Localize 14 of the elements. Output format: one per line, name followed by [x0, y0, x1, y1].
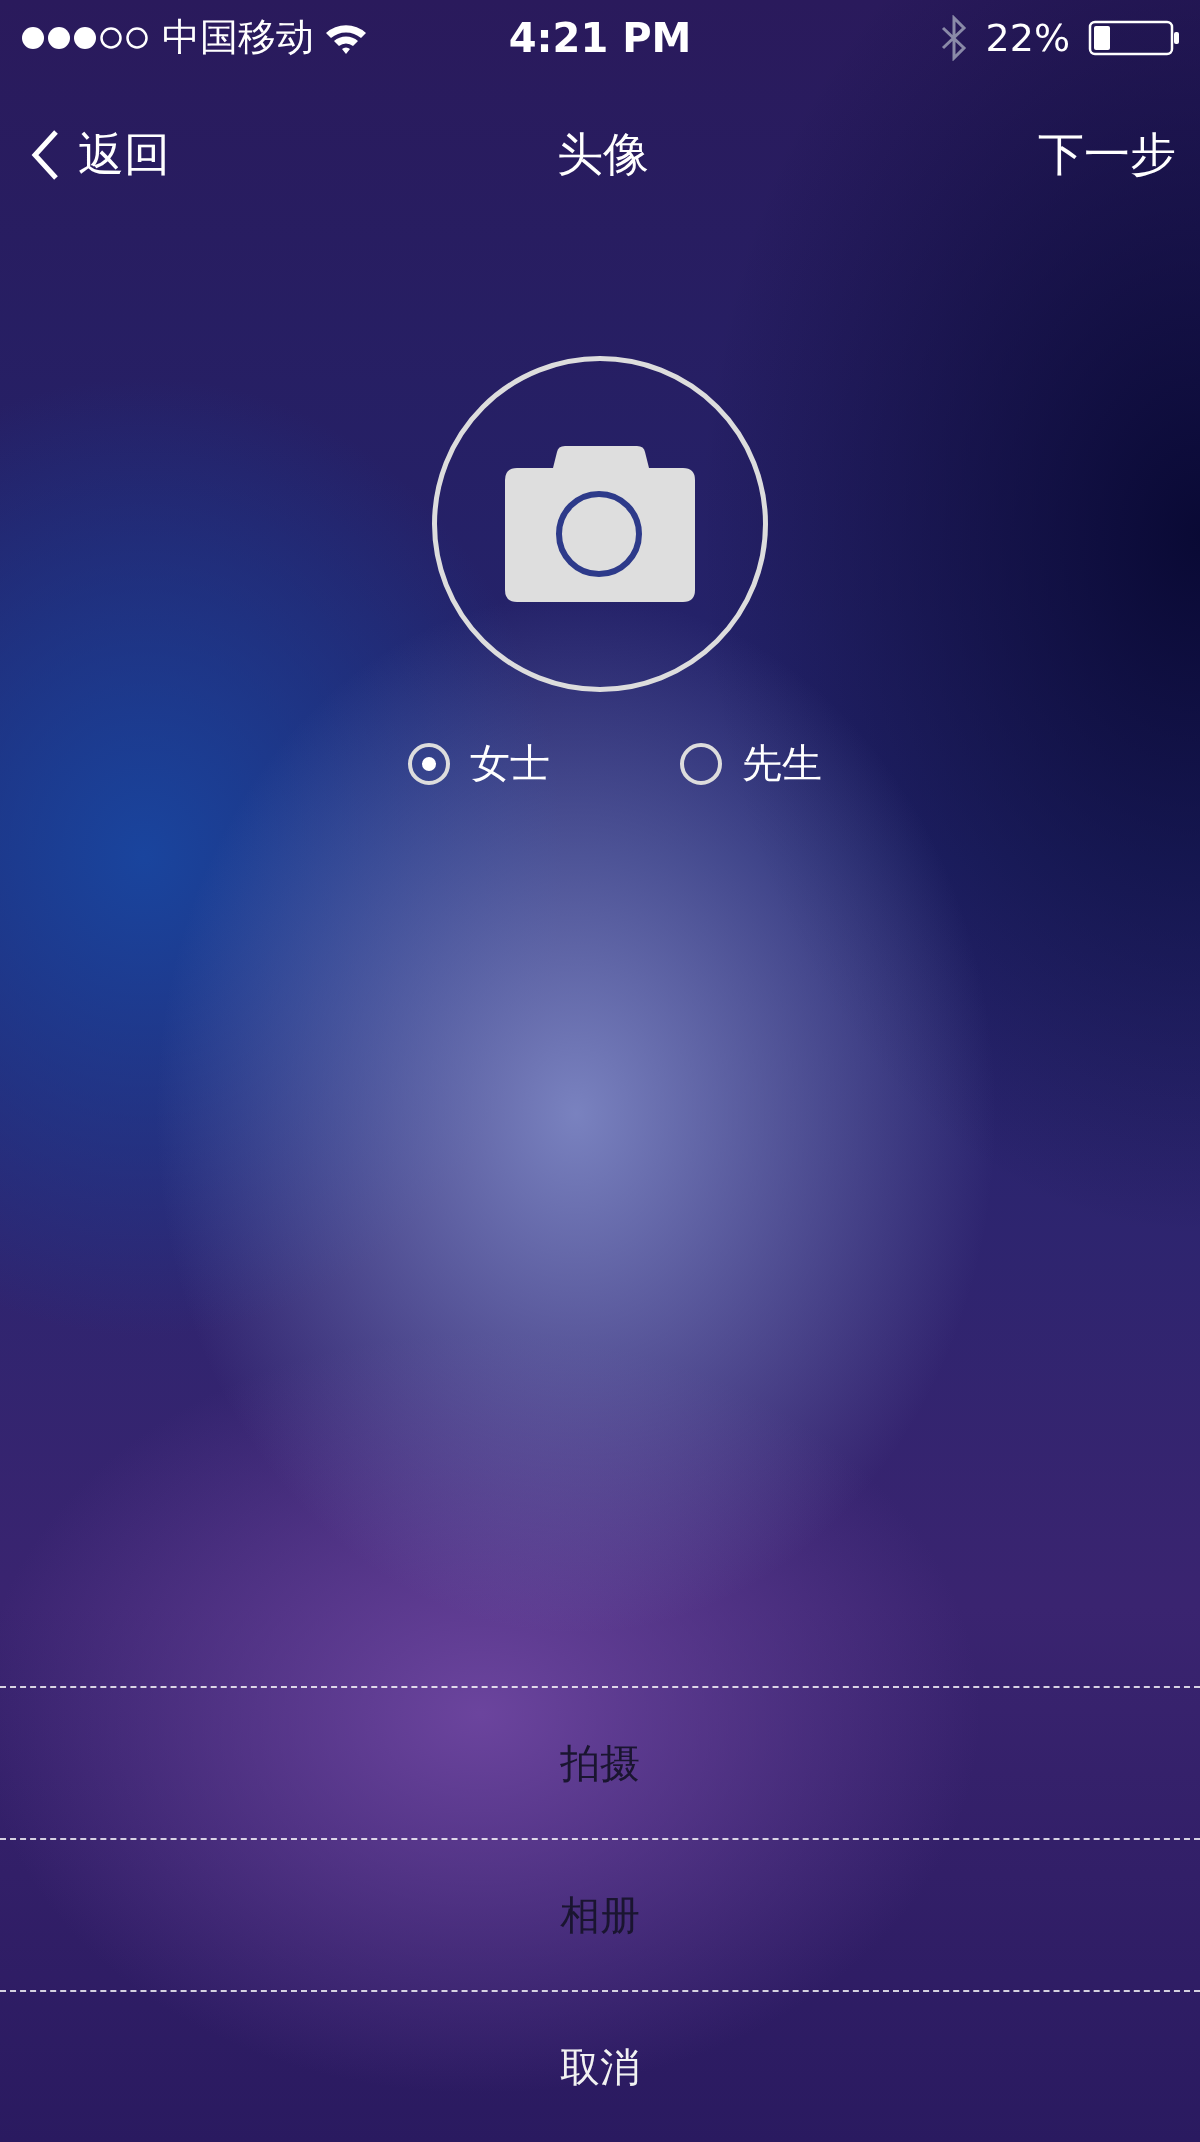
gender-radio[interactable]: 先生: [680, 736, 822, 791]
back-chevron-icon[interactable]: [30, 129, 60, 181]
status-time: 4:21 PM: [508, 14, 692, 61]
carrier-name: 中国移动: [162, 14, 314, 61]
next-button[interactable]: 下一步: [1038, 124, 1176, 186]
avatar-upload-button[interactable]: [432, 356, 768, 692]
cancel-button[interactable]: 取消: [560, 2039, 640, 2095]
camera-icon: [505, 446, 695, 602]
gender-radio[interactable]: 女士: [408, 736, 550, 791]
page-title: 头像: [557, 126, 649, 183]
bluetooth-icon: [939, 14, 968, 61]
back-button[interactable]: 返回: [78, 124, 170, 186]
battery-icon: [1088, 19, 1180, 56]
battery-percentage: 22%: [985, 15, 1070, 60]
